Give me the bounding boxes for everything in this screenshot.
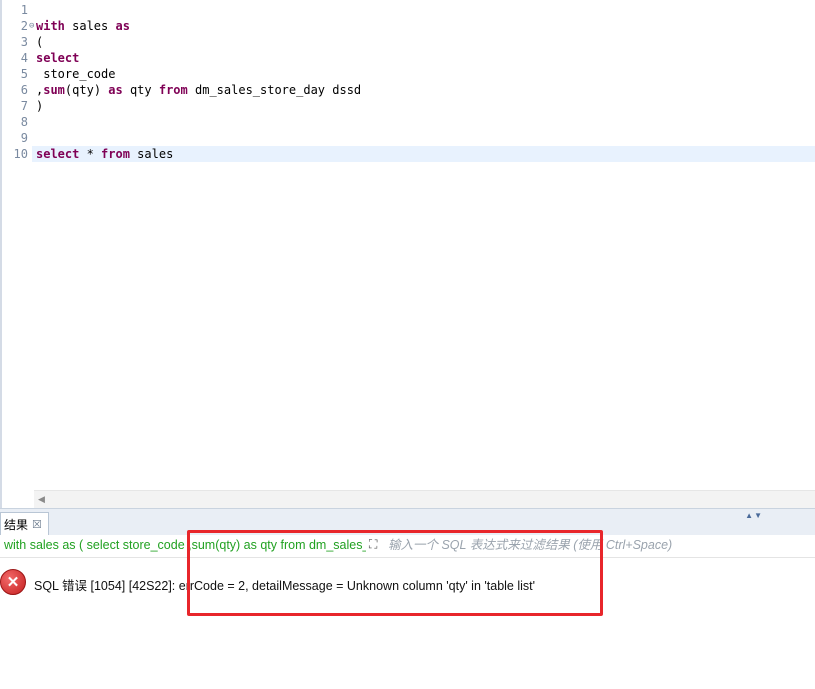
- line-number: 7: [20, 99, 28, 113]
- sql-keyword: as: [108, 83, 123, 97]
- sql-text: ): [36, 99, 44, 113]
- line-number: 6: [20, 83, 28, 97]
- code-line[interactable]: (: [36, 34, 815, 50]
- sql-keyword: sum: [43, 83, 65, 97]
- code-line[interactable]: [36, 114, 815, 130]
- expand-filter-icon[interactable]: ⛶: [369, 537, 383, 551]
- sql-keyword: from: [158, 83, 188, 97]
- line-number: 2: [20, 19, 28, 33]
- sql-keyword: with: [36, 19, 65, 33]
- scroll-left-arrow-icon[interactable]: ◀: [38, 494, 45, 505]
- error-icon: ✕: [0, 569, 26, 595]
- code-line[interactable]: [36, 130, 815, 146]
- close-tab-icon[interactable]: ☒: [32, 518, 42, 531]
- line-number: 3: [20, 35, 28, 49]
- line-number: 8: [20, 115, 28, 129]
- panel-min-max-icon[interactable]: ▲▼: [745, 511, 763, 520]
- horizontal-scrollbar[interactable]: ◀: [34, 490, 815, 509]
- code-line[interactable]: [36, 2, 815, 18]
- code-line[interactable]: select * from sales: [32, 146, 815, 162]
- sql-text: dm_sales_store_day dssd: [187, 83, 362, 97]
- sql-text: *: [79, 147, 102, 161]
- error-area: ✕ SQL 错误 [1054] [42S22]: errCode = 2, de…: [0, 558, 815, 689]
- tab-results-label: 结果: [4, 517, 29, 532]
- code-line[interactable]: ): [36, 98, 815, 114]
- line-number: 10: [13, 147, 28, 161]
- sql-filter-input[interactable]: [388, 536, 808, 554]
- sql-text: qty: [122, 83, 159, 97]
- sql-keyword: from: [101, 147, 130, 161]
- sql-text: sales: [64, 19, 116, 33]
- sql-keyword: as: [115, 19, 130, 33]
- code-line[interactable]: with sales as: [36, 18, 815, 34]
- line-number: 4: [20, 51, 28, 65]
- executed-query-text[interactable]: with sales as ( select store_code ,sum(q…: [4, 538, 366, 552]
- tab-results[interactable]: 结果 ☒: [0, 512, 49, 535]
- sql-text: (qty): [64, 83, 109, 97]
- fold-toggle-icon[interactable]: ⊖: [29, 18, 34, 34]
- code-line[interactable]: ,sum(qty) as qty from dm_sales_store_day…: [36, 82, 815, 98]
- code-line[interactable]: select: [36, 50, 815, 66]
- code-line[interactable]: store_code: [36, 66, 815, 82]
- line-number: 1: [20, 3, 28, 17]
- sql-text: sales: [129, 147, 174, 161]
- filter-bar: with sales as ( select store_code ,sum(q…: [0, 535, 815, 558]
- sql-keyword: select: [36, 147, 80, 161]
- sql-keyword: select: [36, 51, 80, 65]
- error-message[interactable]: SQL 错误 [1054] [42S22]: errCode = 2, deta…: [34, 575, 535, 594]
- sql-editor[interactable]: 1 2 ⊖ 3 4 5 6 7 8 9 10 with sales as(select store_…: [0, 0, 815, 509]
- line-number-gutter: 1 2 ⊖ 3 4 5 6 7 8 9 10: [2, 0, 34, 490]
- sql-text: (: [36, 35, 44, 49]
- line-number: 5: [20, 67, 28, 81]
- line-number: 9: [20, 131, 28, 145]
- results-panel-header: 结果 ☒ ▲▼: [0, 508, 815, 535]
- sql-text: store_code: [36, 67, 116, 81]
